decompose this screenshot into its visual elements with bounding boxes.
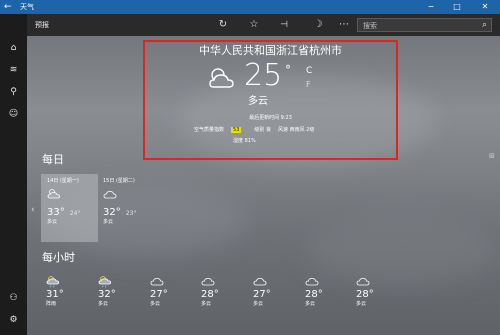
hour-desc: 多云 (150, 301, 161, 307)
daily-card[interactable]: 15日 (星期二) 32° 23° 多云 (103, 178, 158, 226)
cloud-icon (253, 277, 267, 286)
aqi-label: 空气质量指数 (194, 127, 225, 133)
daily-heading: 每日 (42, 153, 64, 166)
hour-temp: 31° (46, 289, 64, 300)
aqi-badge: 53 (231, 127, 242, 133)
nav-rail: ⌂ ≋ ⚲ ☺ ⚇ ⚙ (0, 14, 27, 335)
search-icon[interactable]: ⌕ (482, 19, 487, 32)
hour-desc: 多云 (356, 301, 367, 307)
day-low: 23° (125, 210, 137, 217)
hour-desc: 多云 (201, 301, 212, 307)
hour-temp: 28° (356, 289, 374, 300)
home-icon[interactable]: ⌂ (0, 40, 27, 56)
window-title: 天气 (20, 3, 34, 11)
cloud-icon (103, 190, 117, 199)
back-arrow-icon[interactable]: ← (4, 1, 12, 13)
degree-symbol: ° (285, 63, 291, 77)
cloud-icon (356, 277, 370, 286)
current-temperature: 25 (244, 58, 283, 93)
settings-gear-icon[interactable]: ⚙ (0, 312, 27, 328)
maximize-icon[interactable]: □ (446, 0, 468, 14)
app-toolbar: ≡ 预报 ↻ ☆ ⊣ ☽ ⋯ 搜索 ⌕ (0, 14, 500, 36)
account-icon[interactable]: ⚇ (0, 290, 27, 306)
current-stats: 空气质量指数 53 级别 良风速 西南风 2级 (194, 126, 321, 134)
aqi-level: 级别 良 (254, 127, 271, 133)
hourly-item[interactable]: 27° 多云 (150, 275, 190, 308)
window-titlebar: ← 天气 − □ ✕ (0, 0, 500, 14)
current-condition: 多云 (248, 96, 268, 107)
sun-rain-icon (98, 276, 112, 288)
hourly-item[interactable]: 28° 多云 (201, 275, 241, 308)
maps-icon[interactable]: ≋ (0, 62, 27, 78)
search-input[interactable]: 搜索 ⌕ (357, 18, 492, 32)
cloud-icon (201, 277, 215, 286)
last-updated: 最后更新时间 9:23 (249, 115, 292, 121)
hourly-item[interactable]: 32° 多云 (98, 275, 138, 308)
scroll-left-arrow-icon[interactable]: ‹ (31, 204, 35, 216)
more-options-icon[interactable]: ⋯ (336, 18, 352, 32)
day-desc: 多云 (47, 219, 58, 225)
hourly-item[interactable]: 28° 多云 (305, 275, 345, 308)
wind-info: 风速 西南风 2级 (277, 127, 315, 133)
day-date: 14日 (星期一) (47, 178, 79, 184)
location-name: 中华人民共和国浙江省杭州市 (199, 44, 342, 57)
hourly-item[interactable]: 27° 多云 (253, 275, 293, 308)
moon-icon[interactable]: ☽ (310, 18, 326, 32)
emoji-icon[interactable]: ☺ (0, 106, 27, 122)
hourly-item[interactable]: 28° 多云 (356, 275, 396, 308)
hour-temp: 27° (253, 289, 271, 300)
day-high: 32° (103, 207, 121, 218)
hourly-heading: 每小时 (42, 251, 75, 264)
pin-icon[interactable]: ⊣ (276, 18, 292, 32)
favorite-star-icon[interactable]: ☆ (246, 18, 262, 32)
day-desc: 多云 (103, 219, 114, 225)
hourly-item[interactable]: 31° 阵雨 (46, 275, 86, 308)
sun-cloud-icon (47, 189, 61, 199)
daily-card[interactable]: 14日 (星期一) 33° 24° 多云 (47, 178, 102, 226)
close-icon[interactable]: ✕ (474, 0, 496, 14)
hour-temp: 32° (98, 289, 116, 300)
hour-desc: 多云 (305, 301, 316, 307)
hour-temp: 28° (305, 289, 323, 300)
unit-celsius-toggle[interactable]: C (306, 66, 312, 77)
day-date: 15日 (星期二) (103, 178, 135, 184)
refresh-icon[interactable]: ↻ (215, 18, 231, 32)
minimize-icon[interactable]: − (420, 0, 442, 14)
humidity-info: 湿度 81% (233, 138, 256, 144)
hour-desc: 阵雨 (46, 301, 57, 307)
cloud-icon (305, 277, 319, 286)
day-high: 33° (47, 207, 65, 218)
hour-temp: 27° (150, 289, 168, 300)
day-low: 24° (69, 210, 81, 217)
unit-fahrenheit-toggle[interactable]: F (306, 80, 311, 90)
cloud-icon (150, 277, 164, 286)
sun-rain-icon (46, 276, 60, 288)
collapse-expand-icon[interactable]: ⊞ (489, 150, 495, 162)
hour-desc: 多云 (98, 301, 109, 307)
search-placeholder: 搜索 (363, 22, 377, 30)
historical-icon[interactable]: ⚲ (0, 84, 27, 100)
hour-temp: 28° (201, 289, 219, 300)
hour-desc: 多云 (253, 301, 264, 307)
partly-cloudy-icon (209, 68, 234, 88)
section-title: 预报 (35, 21, 49, 29)
